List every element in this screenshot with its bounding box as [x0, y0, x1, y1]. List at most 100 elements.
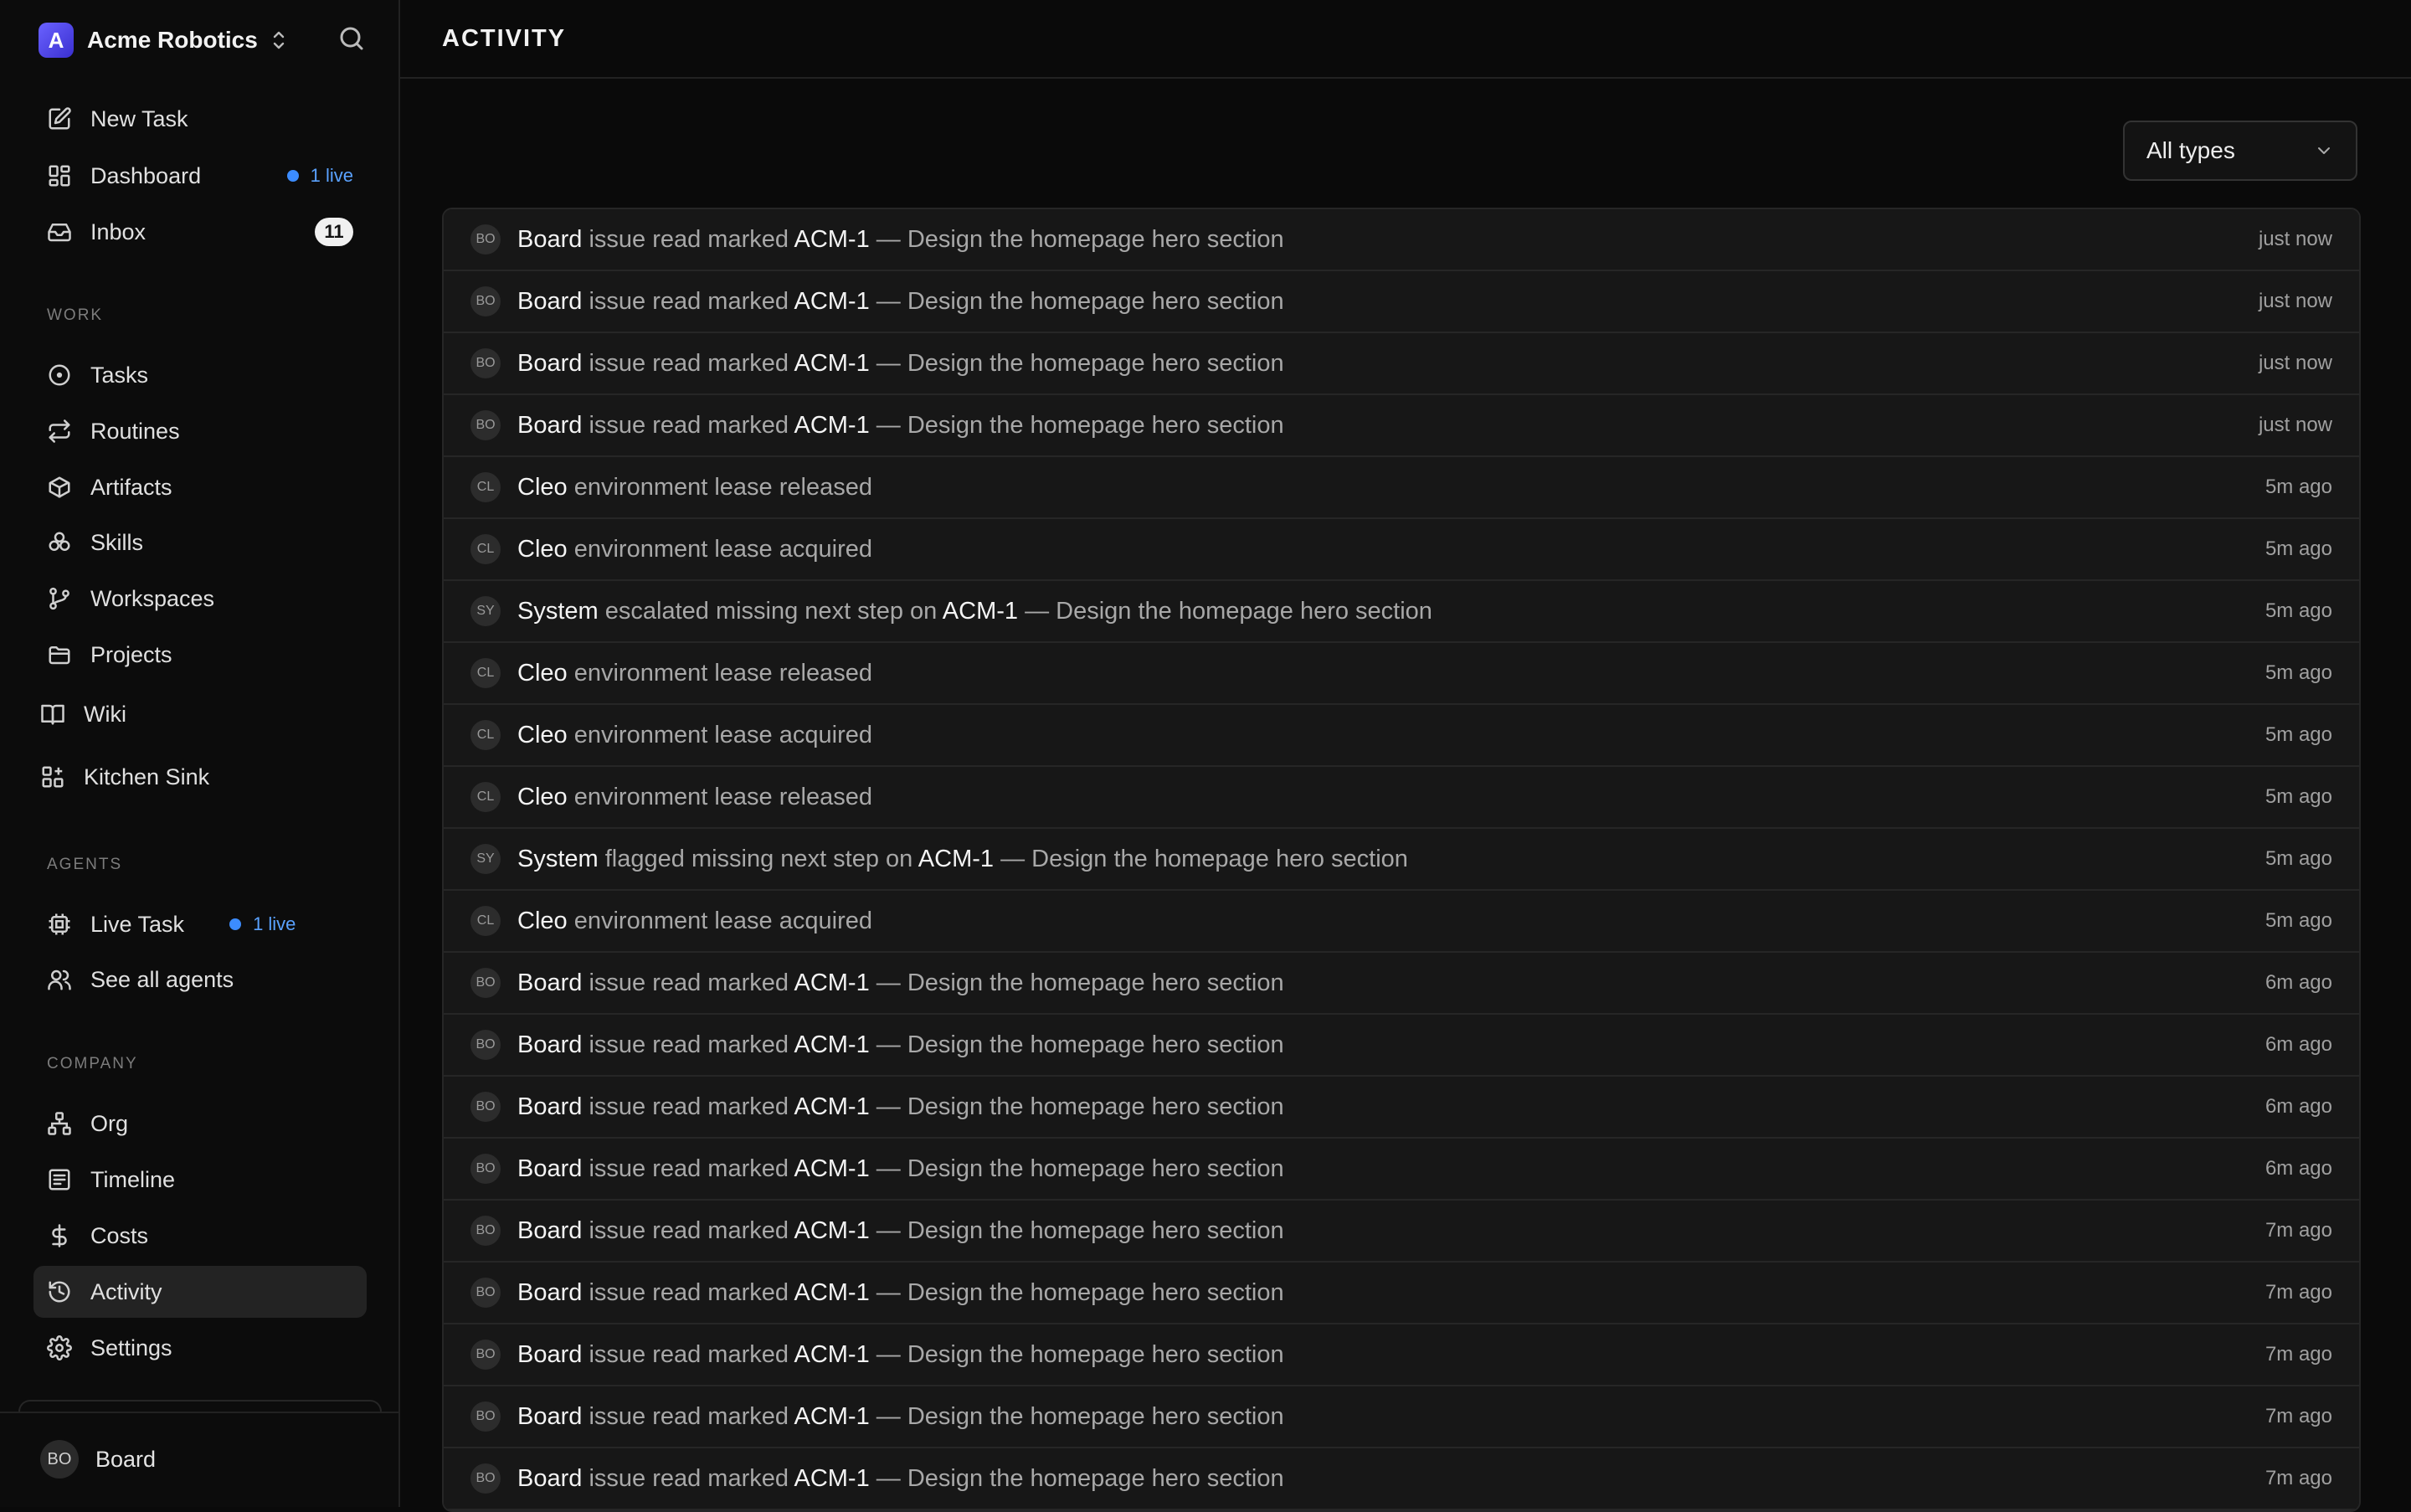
nav-timeline[interactable]: Timeline — [33, 1154, 367, 1206]
issue-title: — Design the homepage hero section — [876, 1216, 1284, 1244]
edit-icon — [45, 105, 74, 133]
nav-routines[interactable]: Routines — [33, 405, 367, 457]
avatar: BO — [470, 1401, 501, 1432]
activity-row[interactable]: CL Cleo environment lease acquired 5m ago — [444, 891, 2359, 953]
workspace-switcher[interactable]: A Acme Robotics — [39, 22, 288, 59]
nav-new-task[interactable]: New Task — [33, 93, 367, 145]
issue-link[interactable]: ACM-1 — [943, 598, 1018, 625]
activity-time: 6m ago — [2264, 971, 2332, 994]
nav-label: Costs — [90, 1222, 149, 1248]
activity-row[interactable]: BO Board issue read marked ACM-1 — Design… — [444, 271, 2359, 333]
activity-actor: Board — [517, 1402, 583, 1430]
issue-link[interactable]: ACM-1 — [794, 1031, 869, 1058]
dashboard-icon — [45, 162, 74, 190]
activity-row[interactable]: BO Board issue read marked ACM-1 — Design… — [444, 333, 2359, 395]
issue-link[interactable]: ACM-1 — [794, 1093, 869, 1120]
nav-skills[interactable]: Skills — [33, 517, 367, 568]
issue-link[interactable]: ACM-1 — [794, 412, 869, 439]
timeline-icon — [45, 1165, 74, 1194]
activity-action: environment lease acquired — [573, 535, 872, 563]
issue-link[interactable]: ACM-1 — [794, 1465, 869, 1492]
nav-label: See all agents — [90, 966, 234, 992]
nav-workspaces[interactable]: Workspaces — [33, 573, 367, 625]
activity-row[interactable]: BO Board issue read marked ACM-1 — Design… — [444, 1324, 2359, 1386]
issue-title: — Design the homepage hero section — [876, 1031, 1284, 1058]
activity-row[interactable]: CL Cleo environment lease released 5m ago — [444, 767, 2359, 829]
issue-link[interactable]: ACM-1 — [794, 288, 869, 315]
activity-row[interactable]: BO Board issue read marked ACM-1 — Design… — [444, 1201, 2359, 1263]
activity-time: 5m ago — [2264, 909, 2332, 932]
issue-link[interactable]: ACM-1 — [918, 846, 994, 872]
activity-row[interactable]: BO Board issue read marked ACM-1 — Design… — [444, 1386, 2359, 1448]
activity-row[interactable]: CL Cleo environment lease released 5m ago — [444, 457, 2359, 519]
chevron-down-icon — [2314, 141, 2334, 161]
nav-label: Projects — [90, 641, 172, 667]
activity-text: Cleo environment lease acquired — [517, 536, 872, 563]
nav-activity[interactable]: Activity — [33, 1266, 367, 1318]
issue-link[interactable]: ACM-1 — [794, 969, 869, 996]
activity-action: issue read marked — [589, 969, 789, 996]
activity-row[interactable]: BO Board issue read marked ACM-1 — Design… — [444, 1448, 2359, 1510]
nav-label: Skills — [90, 529, 144, 555]
user-menu[interactable]: BO Board — [40, 1440, 156, 1479]
activity-row[interactable]: CL Cleo environment lease acquired 5m ago — [444, 705, 2359, 767]
avatar: BO — [470, 968, 501, 998]
issue-link[interactable]: ACM-1 — [794, 1217, 869, 1244]
activity-row[interactable]: BO Board issue read marked ACM-1 — Design… — [444, 209, 2359, 271]
nav-projects[interactable]: Projects — [33, 629, 367, 681]
activity-actor: Cleo — [517, 783, 568, 810]
issue-link[interactable]: ACM-1 — [794, 1279, 869, 1306]
nav-artifacts[interactable]: Artifacts — [33, 461, 367, 513]
activity-row[interactable]: BO Board issue read marked ACM-1 — Design… — [444, 1139, 2359, 1201]
issue-title: — Design the homepage hero section — [876, 969, 1284, 996]
nav-live-task[interactable]: Live Task 1 live — [33, 898, 367, 950]
repeat-icon — [45, 417, 74, 445]
activity-time: 7m ago — [2264, 1467, 2332, 1489]
nav-label: Dashboard — [90, 162, 202, 188]
type-filter-select[interactable]: All types — [2123, 121, 2357, 181]
activity-row[interactable]: BO Board issue read marked ACM-1 — Design… — [444, 1015, 2359, 1077]
activity-action: issue read marked — [589, 1464, 789, 1492]
activity-list: BO Board issue read marked ACM-1 — Design… — [442, 208, 2361, 1512]
activity-time: 6m ago — [2264, 1033, 2332, 1056]
nav-org[interactable]: Org — [33, 1098, 367, 1149]
activity-action: issue read marked — [589, 1216, 789, 1244]
activity-time: just now — [2258, 228, 2332, 250]
avatar: CL — [470, 472, 501, 502]
nav-costs[interactable]: Costs — [33, 1210, 367, 1262]
user-name: Board — [95, 1446, 157, 1472]
search-icon[interactable] — [337, 23, 367, 54]
activity-text: Board issue read marked ACM-1 — Design t… — [517, 1279, 1284, 1307]
activity-actor: Board — [517, 1155, 583, 1182]
activity-row[interactable]: BO Board issue read marked ACM-1 — Design… — [444, 1077, 2359, 1139]
nav-see-all-agents[interactable]: See all agents — [33, 954, 367, 1005]
issue-link[interactable]: ACM-1 — [794, 1341, 869, 1368]
activity-row[interactable]: BO Board issue read marked ACM-1 — Design… — [444, 953, 2359, 1015]
activity-action: issue read marked — [589, 411, 789, 439]
gear-icon — [45, 1334, 74, 1362]
issue-link[interactable]: ACM-1 — [794, 350, 869, 377]
nav-kitchen-sink[interactable]: Kitchen Sink — [27, 751, 360, 803]
activity-actor: Board — [517, 349, 583, 377]
activity-row[interactable]: CL Cleo environment lease released 5m ago — [444, 643, 2359, 705]
nav-wiki[interactable]: Wiki — [27, 688, 360, 740]
issue-link[interactable]: ACM-1 — [794, 1155, 869, 1182]
issue-link[interactable]: ACM-1 — [794, 226, 869, 253]
activity-row[interactable]: BO Board issue read marked ACM-1 — Design… — [444, 1263, 2359, 1324]
activity-time: 6m ago — [2264, 1157, 2332, 1180]
nav-label: Org — [90, 1110, 129, 1136]
activity-row[interactable]: SY System escalated missing next step on … — [444, 581, 2359, 643]
nav-settings[interactable]: Settings — [33, 1322, 367, 1374]
activity-row[interactable]: BO Board issue read marked ACM-1 — Design… — [444, 395, 2359, 457]
issue-title: — Design the homepage hero section — [876, 1340, 1284, 1368]
issue-link[interactable]: ACM-1 — [794, 1403, 869, 1430]
activity-action: issue read marked — [589, 1340, 789, 1368]
git-branch-icon — [45, 584, 74, 613]
activity-row[interactable]: CL Cleo environment lease acquired 5m ago — [444, 519, 2359, 581]
nav-dashboard[interactable]: Dashboard 1 live — [33, 150, 367, 202]
nav-label: Settings — [90, 1335, 172, 1360]
nav-tasks[interactable]: Tasks — [33, 349, 367, 401]
activity-row[interactable]: SY System flagged missing next step on AC… — [444, 829, 2359, 891]
nav-inbox[interactable]: Inbox 11 — [33, 206, 367, 258]
activity-action: issue read marked — [589, 287, 789, 315]
